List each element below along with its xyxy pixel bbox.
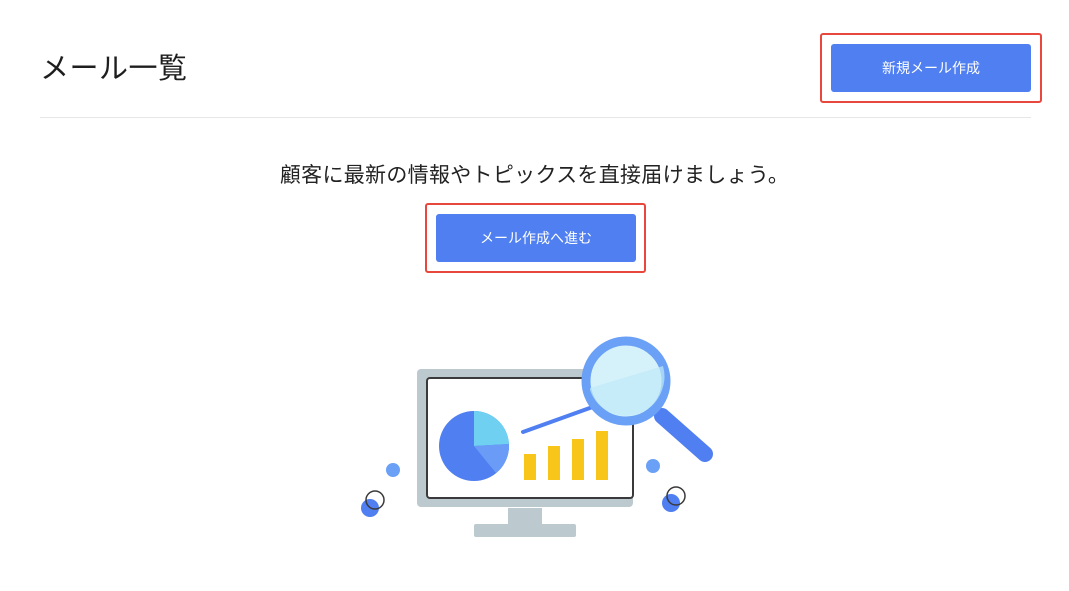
analytics-monitor-illustration	[361, 336, 713, 537]
page-title: メール一覧	[40, 51, 188, 85]
header-divider	[40, 117, 1031, 118]
pie-chart-icon	[439, 410, 510, 481]
create-mail-button[interactable]: メール作成へ進む	[436, 214, 636, 262]
monitor-stand-base	[474, 524, 576, 537]
monitor-stand-neck	[508, 508, 542, 526]
new-mail-button[interactable]: 新規メール作成	[831, 44, 1031, 92]
mail-list-page: メール一覧 新規メール作成 顧客に最新の情報やトピックスを直接届けましょう。 メ…	[0, 0, 1069, 591]
empty-state-message: 顧客に最新の情報やトピックスを直接届けましょう。	[279, 163, 790, 187]
